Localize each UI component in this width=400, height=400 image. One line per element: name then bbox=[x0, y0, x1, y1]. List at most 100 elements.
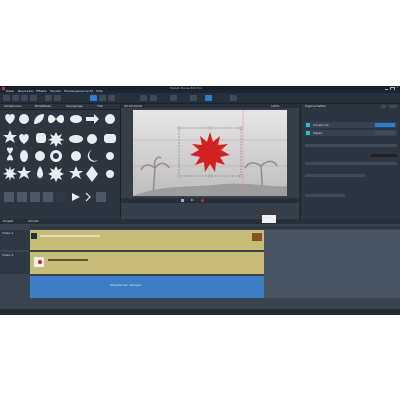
panel-menu-icon[interactable] bbox=[381, 105, 386, 108]
chevron-right-icon[interactable] bbox=[85, 192, 91, 202]
star-icon-2[interactable] bbox=[17, 166, 31, 179]
property-label-maske: Maske bbox=[313, 131, 323, 135]
tab-schnitt[interactable]: Schnitt bbox=[28, 220, 39, 223]
toolbar-button-redo[interactable] bbox=[30, 95, 37, 101]
close-icon[interactable]: × bbox=[396, 86, 399, 89]
drop-zone[interactable]: Objekte hier ablegen bbox=[30, 276, 264, 298]
toolbar-button-stop[interactable] bbox=[150, 95, 157, 101]
toolbar-button-transitions[interactable] bbox=[108, 95, 115, 101]
transport-bar bbox=[121, 198, 299, 203]
tab-bildeffekte[interactable]: Bildeffekte bbox=[35, 105, 51, 108]
circle-icon-3[interactable] bbox=[87, 134, 97, 144]
toolbar-button-effects[interactable] bbox=[99, 95, 106, 101]
burst-preview-icon bbox=[38, 260, 42, 264]
blob-icon[interactable] bbox=[70, 115, 82, 123]
viewer-header: 00:00:00:00 100% bbox=[121, 104, 299, 108]
thumb-5[interactable] bbox=[56, 192, 66, 202]
heart-icon-2[interactable] bbox=[19, 134, 29, 144]
toolbar-button-record[interactable] bbox=[12, 95, 19, 101]
property-item-maske[interactable]: Maske bbox=[305, 130, 397, 136]
circle-icon-2[interactable] bbox=[105, 114, 115, 124]
circle-icon-7[interactable] bbox=[106, 170, 114, 178]
properties-title: Eigenschaften bbox=[305, 105, 327, 108]
track-header-1[interactable]: Video 1 bbox=[0, 230, 31, 250]
moon-icon[interactable] bbox=[87, 150, 98, 162]
circle-icon-4[interactable] bbox=[35, 151, 45, 161]
mask-icon bbox=[306, 131, 310, 135]
toolbar-button-titel[interactable] bbox=[90, 95, 97, 101]
heart-icon[interactable] bbox=[5, 114, 15, 124]
track-label-2: Video 2 bbox=[2, 254, 14, 257]
circle-icon-6[interactable] bbox=[106, 152, 114, 160]
title-clip-label bbox=[48, 259, 88, 261]
stop-icon[interactable] bbox=[181, 199, 184, 202]
option-row[interactable] bbox=[305, 174, 365, 177]
drop-icon[interactable] bbox=[37, 166, 43, 178]
timeline-tabs: Projekt Schnitt bbox=[0, 215, 400, 224]
tab-projekt[interactable]: Projekt bbox=[3, 220, 13, 223]
track-header-2[interactable]: Video 2 bbox=[0, 252, 31, 274]
timeline: Projekt Schnitt Video 1 Video 2 Objekte … bbox=[0, 215, 400, 315]
toolbar-button-loop[interactable] bbox=[170, 95, 177, 101]
cloud-icon[interactable] bbox=[69, 135, 83, 143]
flower-icon[interactable] bbox=[7, 147, 13, 161]
toolbar-button-burn[interactable] bbox=[205, 95, 212, 101]
record-icon[interactable] bbox=[201, 199, 204, 202]
preview-frame[interactable] bbox=[133, 110, 287, 196]
circle-icon-5[interactable] bbox=[71, 151, 81, 161]
star-icon-3[interactable] bbox=[69, 166, 83, 179]
timeline-empty-area[interactable] bbox=[264, 230, 400, 298]
burst-icon[interactable] bbox=[48, 166, 64, 182]
square-icon[interactable] bbox=[36, 133, 46, 143]
panel-options-icon[interactable] bbox=[389, 105, 397, 108]
slider-track-1[interactable] bbox=[305, 144, 397, 147]
star-icon[interactable] bbox=[3, 130, 17, 143]
thumb-1[interactable] bbox=[4, 192, 14, 202]
diamond-icon[interactable] bbox=[86, 166, 98, 182]
thumb-2[interactable] bbox=[17, 192, 27, 202]
viewer-timecode: 00:00:00:00 bbox=[124, 104, 143, 108]
arrow-icon[interactable] bbox=[86, 114, 99, 124]
timeline-thumbnail bbox=[262, 215, 276, 223]
track-label-1: Video 1 bbox=[2, 232, 14, 235]
thumb-6[interactable] bbox=[96, 192, 106, 202]
leaf-icon[interactable] bbox=[34, 114, 44, 124]
viewer-zoom[interactable]: 100% bbox=[271, 105, 280, 108]
clip-thumbnail-1 bbox=[31, 233, 37, 239]
clip-title-bar bbox=[40, 235, 100, 237]
toolbar-button-import[interactable] bbox=[3, 95, 10, 101]
ring-icon[interactable] bbox=[50, 150, 63, 162]
rosette-icon[interactable] bbox=[3, 166, 17, 181]
toolbar-button-cut[interactable] bbox=[45, 95, 52, 101]
slider-track-2[interactable] bbox=[305, 162, 397, 165]
value-field-1[interactable] bbox=[371, 154, 397, 157]
sun-icon[interactable] bbox=[48, 132, 64, 147]
toolbar-button-undo[interactable] bbox=[21, 95, 28, 101]
reset-button[interactable] bbox=[375, 131, 395, 135]
title-clip[interactable] bbox=[30, 252, 264, 274]
time-ruler[interactable] bbox=[30, 226, 400, 229]
oval-icon[interactable] bbox=[20, 150, 28, 162]
rounded-rect-icon[interactable] bbox=[104, 134, 116, 143]
clip-thumbnail-end bbox=[252, 233, 262, 241]
option-row-2[interactable] bbox=[305, 194, 345, 197]
circle-icon[interactable] bbox=[19, 114, 29, 124]
toolbar-button-copy[interactable] bbox=[54, 95, 61, 101]
property-label-schablone: Schablone bbox=[313, 123, 329, 127]
template-icon bbox=[306, 123, 310, 127]
apply-button[interactable] bbox=[375, 123, 395, 127]
toolbar-button-play[interactable] bbox=[140, 95, 147, 101]
tab-schablonen[interactable]: Schablonen bbox=[4, 105, 22, 108]
thumb-4[interactable] bbox=[43, 192, 53, 202]
butterfly-icon[interactable] bbox=[48, 114, 64, 124]
play-button-icon[interactable] bbox=[191, 199, 194, 201]
toolbar-button-export[interactable] bbox=[190, 95, 197, 101]
video-clip-1[interactable] bbox=[30, 230, 264, 250]
property-item-schablone[interactable]: Schablone bbox=[305, 122, 397, 128]
play-icon[interactable] bbox=[72, 193, 80, 201]
tab-titel[interactable]: Titel bbox=[97, 105, 103, 108]
tab-uebergaenge[interactable]: Übergänge bbox=[66, 105, 83, 108]
thumb-3[interactable] bbox=[30, 192, 40, 202]
status-bar bbox=[0, 309, 400, 315]
toolbar-button-settings[interactable] bbox=[230, 95, 237, 101]
